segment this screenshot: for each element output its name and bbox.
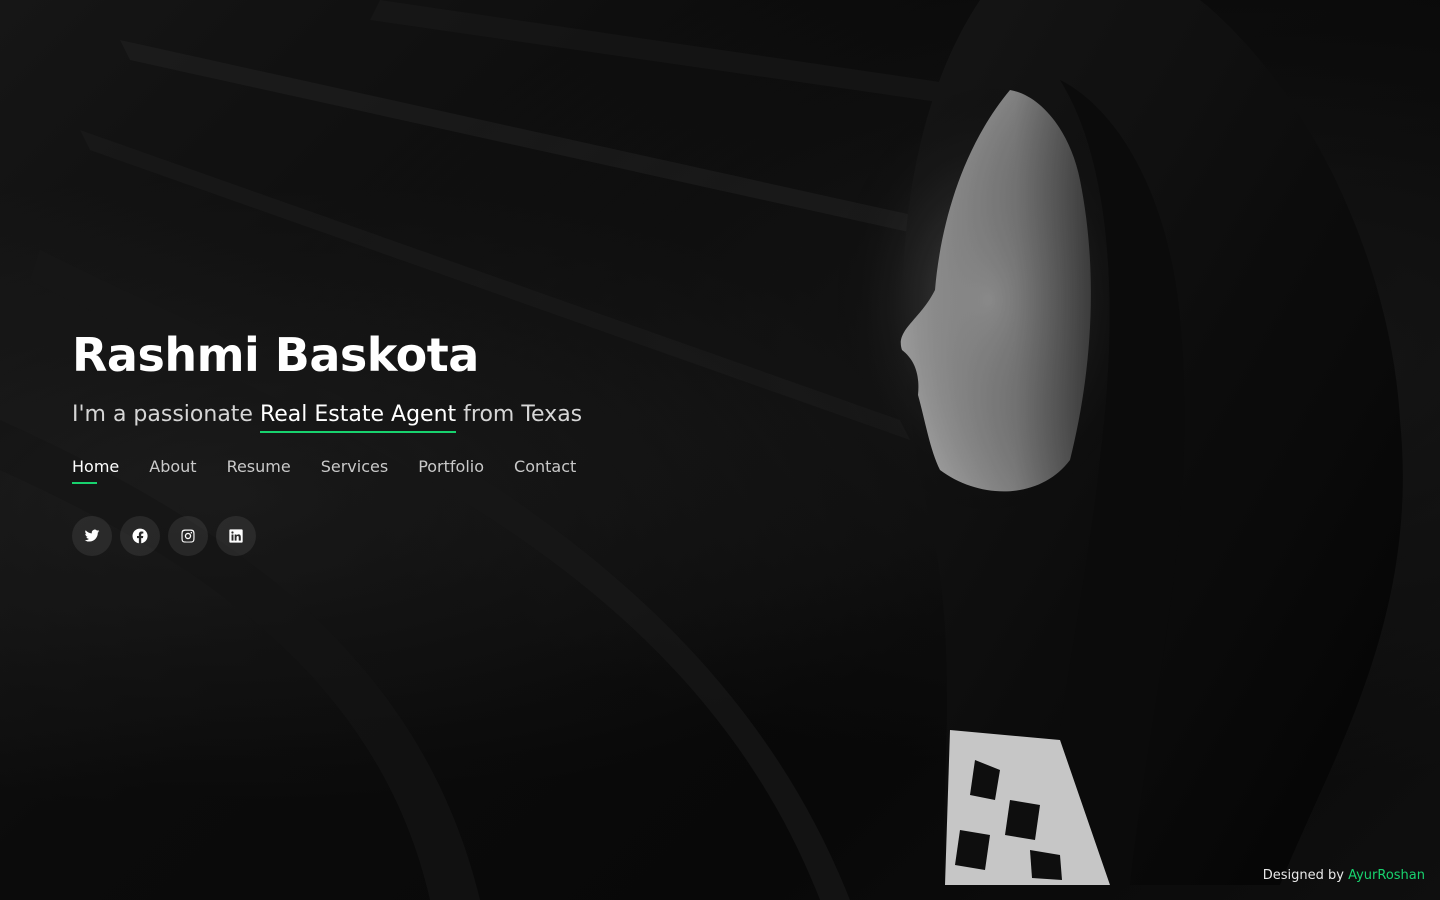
twitter-icon: [84, 529, 100, 542]
facebook-link[interactable]: [120, 516, 160, 556]
hero-name: Rashmi Baskota: [72, 328, 479, 382]
tagline-role: Real Estate Agent: [259, 401, 457, 433]
main-nav: Home About Resume Services Portfolio Con…: [72, 457, 832, 484]
nav-item-resume[interactable]: Resume: [227, 457, 291, 484]
instagram-icon: [181, 529, 195, 543]
linkedin-icon: [229, 529, 243, 543]
nav-item-about[interactable]: About: [149, 457, 196, 484]
designer-link[interactable]: AyurRoshan: [1348, 868, 1425, 883]
linkedin-link[interactable]: [216, 516, 256, 556]
hero-content: Rashmi Baskota I'm a passionate Real Est…: [72, 325, 832, 556]
footer-credits: Designed by AyurRoshan: [1263, 868, 1425, 883]
nav-item-services[interactable]: Services: [321, 457, 388, 484]
nav-item-contact[interactable]: Contact: [514, 457, 576, 484]
nav-item-home[interactable]: Home: [72, 457, 119, 484]
social-links: [72, 516, 832, 556]
nav-item-portfolio[interactable]: Portfolio: [418, 457, 484, 484]
tagline-suffix: from Texas: [456, 402, 583, 427]
twitter-link[interactable]: [72, 516, 112, 556]
hero-section: Rashmi Baskota I'm a passionate Real Est…: [0, 0, 1440, 900]
tagline-prefix: I'm a passionate: [72, 402, 260, 427]
hero-tagline: I'm a passionate Real Estate Agent from …: [72, 399, 832, 433]
facebook-icon: [132, 528, 148, 544]
footer-prefix: Designed by: [1262, 868, 1349, 883]
instagram-link[interactable]: [168, 516, 208, 556]
